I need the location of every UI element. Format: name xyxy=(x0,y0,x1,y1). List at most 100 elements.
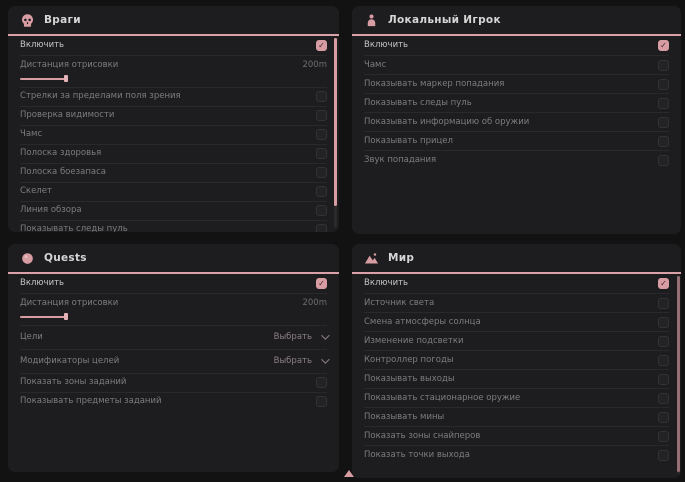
slider-handle[interactable] xyxy=(64,75,68,82)
chevron-down-icon xyxy=(321,331,329,339)
panel-title: Локальный Игрок xyxy=(388,14,501,26)
setting-label: Линия обзора xyxy=(20,204,82,217)
setting-row-checkbox: Включить ✓ xyxy=(364,274,669,293)
setting-row-checkbox: Показывать маркер попадания xyxy=(364,74,669,93)
panel-enemies: Враги Включить✓Дистанция отрисовки200mСт… xyxy=(8,6,339,232)
dropdown-value[interactable]: Выбрать xyxy=(274,356,312,366)
scrollbar[interactable] xyxy=(334,38,337,228)
checkbox[interactable] xyxy=(658,136,669,147)
checkbox[interactable] xyxy=(316,377,327,388)
setting-label: Показать точки выхода xyxy=(364,449,470,462)
setting-label: Чамс xyxy=(20,128,42,141)
setting-row-checkbox: Контроллер погоды xyxy=(364,350,669,369)
checkbox[interactable]: ✓ xyxy=(316,40,327,51)
dropdown[interactable]: Выбрать xyxy=(274,332,327,342)
setting-row-checkbox: Линия обзора xyxy=(20,201,327,220)
setting-row-dropdown: Модификаторы целей Выбрать xyxy=(20,349,327,373)
setting-label: Звук попадания xyxy=(364,154,436,167)
setting-row-checkbox: Включить✓ xyxy=(20,36,327,55)
setting-label: Дистанция отрисовки xyxy=(20,59,118,72)
quests-icon xyxy=(20,251,35,266)
setting-label: Модификаторы целей xyxy=(20,355,119,368)
checkbox[interactable]: ✓ xyxy=(658,40,669,51)
setting-row-checkbox: Показывать следы пуль xyxy=(20,220,327,233)
setting-row-slider: Дистанция отрисовки 200m xyxy=(20,293,327,325)
checkbox[interactable]: ✓ xyxy=(316,278,327,289)
setting-label: Источник света xyxy=(364,297,434,310)
panel-title: Quests xyxy=(44,252,87,264)
checkbox[interactable] xyxy=(316,129,327,140)
setting-row-checkbox: Показывать информацию об оружии xyxy=(364,112,669,131)
checkbox[interactable] xyxy=(658,450,669,461)
panel-world: Мир Включить ✓ Источник света Смена атмосфе… xyxy=(352,244,681,478)
checkbox[interactable] xyxy=(658,374,669,385)
cursor-triangle xyxy=(344,470,354,477)
checkbox[interactable] xyxy=(316,396,327,407)
setting-label: Показывать прицел xyxy=(364,135,453,148)
setting-label: Показывать информацию об оружии xyxy=(364,116,529,129)
checkbox[interactable] xyxy=(658,98,669,109)
distance-slider[interactable] xyxy=(20,75,327,82)
checkbox[interactable] xyxy=(658,393,669,404)
checkbox[interactable] xyxy=(658,117,669,128)
panel-world-header: Мир xyxy=(352,244,681,274)
distance-slider[interactable] xyxy=(20,313,327,320)
checkbox[interactable] xyxy=(316,224,327,232)
dropdown-value[interactable]: Выбрать xyxy=(274,332,312,342)
panel-player-header: Локальный Игрок xyxy=(352,6,681,36)
setting-label: Проверка видимости xyxy=(20,109,114,122)
setting-label: Показывать следы пуль xyxy=(364,97,472,110)
player-icon xyxy=(364,13,379,28)
checkbox[interactable] xyxy=(658,60,669,71)
checkbox[interactable] xyxy=(316,186,327,197)
checkbox[interactable] xyxy=(658,317,669,328)
setting-label: Дистанция отрисовки xyxy=(20,297,118,310)
checkbox[interactable] xyxy=(658,155,669,166)
setting-row-checkbox: Полоска здоровья xyxy=(20,144,327,163)
setting-row-checkbox: Показать зоны снайперов xyxy=(364,426,669,445)
setting-label: Скелет xyxy=(20,185,52,198)
checkbox[interactable] xyxy=(658,355,669,366)
setting-label: Показывать предметы заданий xyxy=(20,395,162,408)
setting-row-checkbox: Включить ✓ xyxy=(364,36,669,55)
checkbox[interactable] xyxy=(658,79,669,90)
checkbox[interactable] xyxy=(658,412,669,423)
checkbox[interactable] xyxy=(316,110,327,121)
setting-row-checkbox: Включить✓ xyxy=(20,274,327,293)
setting-row-checkbox: Показывать стационарное оружие xyxy=(364,388,669,407)
setting-label: Включить xyxy=(364,277,408,290)
checkbox[interactable] xyxy=(658,298,669,309)
setting-row-checkbox: Чамс xyxy=(364,55,669,74)
setting-label: Смена атмосферы солнца xyxy=(364,316,481,329)
checkbox[interactable] xyxy=(316,91,327,102)
chevron-down-icon xyxy=(321,355,329,363)
checkbox[interactable] xyxy=(316,205,327,216)
checkbox[interactable] xyxy=(316,148,327,159)
setting-label: Показывать маркер попадания xyxy=(364,78,504,91)
setting-label: Показывать выходы xyxy=(364,373,455,386)
checkbox[interactable] xyxy=(658,431,669,442)
setting-row-checkbox: Показывать предметы заданий xyxy=(20,392,327,411)
checkbox[interactable] xyxy=(658,336,669,347)
slider-fill xyxy=(20,78,66,80)
setting-label: Показать зоны заданий xyxy=(20,376,126,389)
checkbox[interactable] xyxy=(316,167,327,178)
setting-row-checkbox: Звук попадания xyxy=(364,150,669,169)
checkbox[interactable]: ✓ xyxy=(658,278,669,289)
setting-label: Цели xyxy=(20,331,43,344)
setting-label: Показывать мины xyxy=(364,411,444,424)
scrollbar-thumb[interactable] xyxy=(334,38,337,206)
dropdown[interactable]: Выбрать xyxy=(274,356,327,366)
scrollbar-thumb[interactable] xyxy=(677,276,680,472)
scrollbar[interactable] xyxy=(677,276,680,474)
slider-value: 200m xyxy=(302,298,327,308)
slider-fill xyxy=(20,316,66,318)
setting-label: Изменение подсветки xyxy=(364,335,463,348)
world-icon xyxy=(364,251,379,266)
setting-row-slider: Дистанция отрисовки200m xyxy=(20,55,327,87)
setting-row-dropdown: Цели Выбрать xyxy=(20,325,327,349)
setting-label: Включить xyxy=(364,39,408,52)
setting-label: Полоска здоровья xyxy=(20,147,101,160)
slider-handle[interactable] xyxy=(64,313,68,320)
setting-row-checkbox: Показывать следы пуль xyxy=(364,93,669,112)
